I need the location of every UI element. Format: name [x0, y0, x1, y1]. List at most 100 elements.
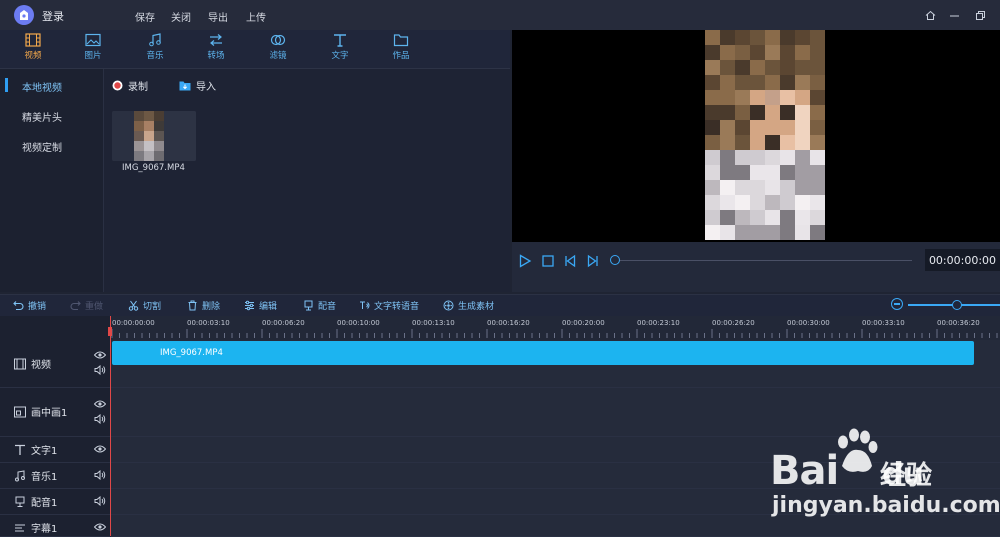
video-clip[interactable]: [112, 341, 974, 365]
tab-filter[interactable]: 滤镜: [253, 33, 303, 67]
ruler-tick-label: 00:00:30:00: [787, 319, 830, 327]
ruler-tick-label: 00:00:33:10: [862, 319, 905, 327]
cut-label: 切割: [143, 302, 162, 312]
text-to-speech-button[interactable]: 文字转语音: [359, 299, 419, 312]
menu-close[interactable]: 关闭: [171, 9, 191, 24]
redo-label: 重做: [85, 302, 104, 312]
tab-music[interactable]: 音乐: [130, 33, 180, 67]
track-lane-subtitle[interactable]: [111, 515, 1000, 537]
edit-button[interactable]: 编辑: [244, 299, 277, 312]
text-to-speech-label: 文字转语音: [374, 302, 420, 312]
video-clip-name: IMG_9067.MP4: [160, 348, 223, 358]
video-thumbnail[interactable]: [112, 111, 196, 161]
dub-button[interactable]: 配音: [303, 299, 336, 312]
menu-upload[interactable]: 上传: [246, 9, 266, 24]
preview-mosaic-cell: [780, 120, 795, 135]
preview-mosaic-cell: [735, 105, 750, 120]
playhead-handle[interactable]: [108, 327, 112, 336]
playback-progress-track[interactable]: [620, 260, 912, 261]
preview-mosaic-cell: [735, 225, 750, 240]
track-name-video: 视频: [14, 356, 51, 371]
sidebar-item-intro[interactable]: 精美片头: [22, 109, 62, 124]
preview-mosaic-cell: [780, 75, 795, 90]
preview-mosaic-cell: [810, 165, 825, 180]
music-icon: [15, 469, 25, 481]
preview-mosaic-cell: [780, 135, 795, 150]
preview-mosaic-cell: [795, 30, 810, 45]
eye-icon[interactable]: [94, 350, 106, 360]
stop-icon[interactable]: [541, 254, 555, 268]
preview-mosaic-cell: [765, 30, 780, 45]
zoom-out-icon[interactable]: [891, 298, 903, 310]
speaker-icon[interactable]: [94, 496, 106, 506]
preview-mosaic-cell: [720, 45, 735, 60]
home-icon[interactable]: [922, 7, 938, 23]
tab-transition[interactable]: 转场: [191, 33, 241, 67]
undo-button[interactable]: 撤销: [13, 299, 46, 312]
preview-mosaic-cell: [780, 30, 795, 45]
preview-mosaic-cell: [720, 75, 735, 90]
eye-icon[interactable]: [94, 444, 106, 454]
tab-works[interactable]: 作品: [376, 33, 426, 67]
dub-label: 配音: [318, 302, 337, 312]
preview-mosaic-cell: [750, 135, 765, 150]
preview-mosaic-cell: [720, 180, 735, 195]
preview-mosaic-cell: [810, 105, 825, 120]
previous-frame-icon[interactable]: [563, 254, 577, 268]
eye-icon[interactable]: [94, 399, 106, 409]
delete-button[interactable]: 删除: [187, 299, 220, 312]
preview-mosaic-cell: [795, 120, 810, 135]
ruler-spacer: [0, 316, 110, 340]
preview-mosaic-cell: [750, 105, 765, 120]
sidebar-item-local-video[interactable]: 本地视频: [22, 79, 62, 94]
redo-button[interactable]: 重做: [70, 299, 103, 312]
preview-mosaic-cell: [705, 135, 720, 150]
generate-material-button[interactable]: 生成素材: [443, 299, 494, 312]
preview-mosaic-cell: [780, 105, 795, 120]
preview-mosaic-cell: [795, 165, 810, 180]
trash-icon: [188, 300, 197, 311]
preview-mosaic-cell: [750, 225, 765, 240]
preview-mosaic-cell: [795, 75, 810, 90]
tab-image[interactable]: 图片: [68, 33, 118, 67]
sidebar-item-custom[interactable]: 视频定制: [22, 139, 62, 154]
preview-mosaic-cell: [780, 45, 795, 60]
preview-mosaic-cell: [780, 60, 795, 75]
ruler-tick-label: 00:00:03:10: [187, 319, 230, 327]
redo-icon: [70, 301, 81, 311]
cut-button[interactable]: 切割: [128, 299, 161, 312]
speaker-icon[interactable]: [94, 470, 106, 480]
restore-icon[interactable]: [972, 7, 988, 23]
preview-mosaic-cell: [720, 105, 735, 120]
preview-mosaic-cell: [705, 60, 720, 75]
text-icon: [334, 34, 346, 47]
preview-mosaic-cell: [765, 165, 780, 180]
tab-text[interactable]: 文字: [315, 33, 365, 67]
record-button[interactable]: 录制: [112, 78, 148, 93]
next-frame-icon[interactable]: [586, 254, 600, 268]
preview-mosaic-cell: [750, 120, 765, 135]
speaker-icon[interactable]: [94, 365, 106, 375]
import-button[interactable]: 导入: [179, 78, 216, 93]
menu-export[interactable]: 导出: [208, 9, 228, 24]
preview-frame: [512, 30, 1000, 242]
tab-video[interactable]: 视频: [8, 33, 58, 67]
tab-label: 转场: [207, 51, 225, 61]
eye-icon[interactable]: [94, 522, 106, 532]
preview-mosaic-cell: [810, 195, 825, 210]
preview-mosaic-cell: [765, 180, 780, 195]
playhead[interactable]: [110, 316, 111, 536]
preview-mosaic-cell: [720, 165, 735, 180]
preview-mosaic-cell: [735, 120, 750, 135]
preview-mosaic-cell: [795, 195, 810, 210]
preview-mosaic-cell: [810, 225, 825, 240]
zoom-slider-handle[interactable]: [952, 300, 962, 310]
preview-mosaic-cell: [720, 30, 735, 45]
playback-progress-handle[interactable]: [610, 255, 620, 265]
play-icon[interactable]: [518, 254, 532, 268]
login-link[interactable]: 登录: [42, 8, 64, 24]
preview-mosaic-cell: [765, 45, 780, 60]
minimize-icon[interactable]: [946, 7, 962, 23]
speaker-icon[interactable]: [94, 414, 106, 424]
menu-save[interactable]: 保存: [135, 9, 155, 24]
